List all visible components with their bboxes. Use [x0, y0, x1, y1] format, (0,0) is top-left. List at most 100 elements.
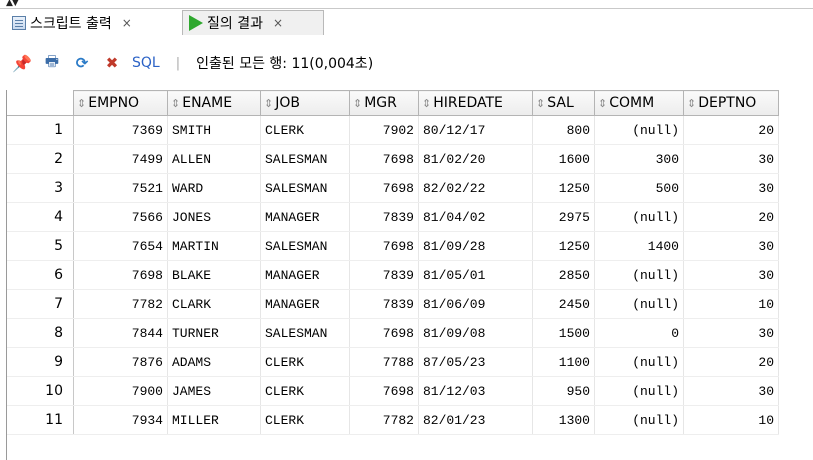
table-row[interactable]: 11 7934 MILLER CLERK 7782 82/01/23 1300 (null) 1… [7, 405, 779, 435]
cell-ename[interactable]: ADAMS [167, 347, 261, 377]
cell-empno[interactable]: 7499 [73, 144, 168, 174]
cell-sal[interactable]: 800 [532, 115, 595, 145]
sql-link[interactable]: SQL [132, 55, 160, 71]
export-icon[interactable]: ✖ [102, 53, 122, 73]
cell-deptno[interactable]: 30 [683, 376, 779, 406]
cell-empno[interactable]: 7521 [73, 173, 168, 203]
cell-hiredate[interactable]: 81/02/20 [418, 144, 533, 174]
cell-deptno[interactable]: 20 [683, 347, 779, 377]
cell-sal[interactable]: 2450 [532, 289, 595, 319]
cell-sal[interactable]: 2975 [532, 202, 595, 232]
cell-comm[interactable]: 1400 [594, 231, 684, 261]
column-header-mgr[interactable]: ⇕ MGR [349, 90, 419, 116]
cell-mgr[interactable]: 7698 [349, 231, 419, 261]
cell-ename[interactable]: CLARK [167, 289, 261, 319]
sort-icon[interactable]: ⇕ [353, 97, 362, 110]
cell-hiredate[interactable]: 82/01/23 [418, 405, 533, 435]
pin-icon[interactable]: 📌 [12, 53, 32, 73]
cell-deptno[interactable]: 30 [683, 318, 779, 348]
cell-ename[interactable]: ALLEN [167, 144, 261, 174]
table-row[interactable]: 4 7566 JONES MANAGER 7839 81/04/02 2975 (null) 2… [7, 202, 779, 232]
column-header-ename[interactable]: ⇕ ENAME [167, 90, 261, 116]
cell-job[interactable]: CLERK [260, 376, 350, 406]
row-number[interactable]: 1 [7, 115, 74, 145]
cell-comm[interactable]: (null) [594, 202, 684, 232]
table-row[interactable]: 8 7844 TURNER SALESMAN 7698 81/09/08 1500 0 30 [7, 318, 779, 348]
row-number[interactable]: 2 [7, 144, 74, 174]
cell-comm[interactable]: (null) [594, 289, 684, 319]
cell-deptno[interactable]: 30 [683, 173, 779, 203]
cell-hiredate[interactable]: 81/09/28 [418, 231, 533, 261]
table-row[interactable]: 7 7782 CLARK MANAGER 7839 81/06/09 2450 (null) 1… [7, 289, 779, 319]
tab-query-result[interactable]: 질의 결과 × [182, 10, 324, 35]
collapse-arrows-icon[interactable]: ▲▼ [6, 0, 19, 8]
cell-mgr[interactable]: 7839 [349, 202, 419, 232]
column-header-deptno[interactable]: ⇕ DEPTNO [683, 90, 779, 116]
cell-job[interactable]: SALESMAN [260, 144, 350, 174]
column-header-job[interactable]: ⇕ JOB [260, 90, 350, 116]
cell-mgr[interactable]: 7839 [349, 260, 419, 290]
cell-mgr[interactable]: 7698 [349, 318, 419, 348]
column-header-hiredate[interactable]: ⇕ HIREDATE [418, 90, 533, 116]
column-header-comm[interactable]: ⇕ COMM [594, 90, 684, 116]
row-number[interactable]: 7 [7, 289, 74, 319]
cell-comm[interactable]: (null) [594, 405, 684, 435]
cell-hiredate[interactable]: 81/12/03 [418, 376, 533, 406]
cell-deptno[interactable]: 30 [683, 231, 779, 261]
cell-ename[interactable]: TURNER [167, 318, 261, 348]
sort-icon[interactable]: ⇕ [422, 97, 431, 110]
cell-ename[interactable]: JONES [167, 202, 261, 232]
cell-hiredate[interactable]: 81/06/09 [418, 289, 533, 319]
cell-empno[interactable]: 7369 [73, 115, 168, 145]
cell-deptno[interactable]: 30 [683, 144, 779, 174]
cell-comm[interactable]: (null) [594, 376, 684, 406]
cell-job[interactable]: MANAGER [260, 289, 350, 319]
cell-mgr[interactable]: 7782 [349, 405, 419, 435]
row-number[interactable]: 9 [7, 347, 74, 377]
sort-icon[interactable]: ⇕ [77, 97, 86, 110]
row-number[interactable]: 5 [7, 231, 74, 261]
cell-ename[interactable]: WARD [167, 173, 261, 203]
cell-ename[interactable]: MILLER [167, 405, 261, 435]
sort-icon[interactable]: ⇕ [687, 97, 696, 110]
cell-mgr[interactable]: 7839 [349, 289, 419, 319]
cell-deptno[interactable]: 30 [683, 260, 779, 290]
row-number[interactable]: 8 [7, 318, 74, 348]
table-row[interactable]: 10 7900 JAMES CLERK 7698 81/12/03 950 (null) 30 [7, 376, 779, 406]
cell-empno[interactable]: 7934 [73, 405, 168, 435]
row-number[interactable]: 4 [7, 202, 74, 232]
cell-sal[interactable]: 2850 [532, 260, 595, 290]
column-header-sal[interactable]: ⇕ SAL [532, 90, 595, 116]
cell-sal[interactable]: 950 [532, 376, 595, 406]
cell-empno[interactable]: 7654 [73, 231, 168, 261]
column-header-empno[interactable]: ⇕ EMPNO [73, 90, 168, 116]
cell-mgr[interactable]: 7698 [349, 376, 419, 406]
cell-comm[interactable]: (null) [594, 115, 684, 145]
cell-job[interactable]: SALESMAN [260, 231, 350, 261]
close-icon[interactable]: × [273, 16, 283, 30]
cell-ename[interactable]: JAMES [167, 376, 261, 406]
cell-empno[interactable]: 7844 [73, 318, 168, 348]
cell-comm[interactable]: (null) [594, 347, 684, 377]
refresh-icon[interactable]: ⟳ [72, 53, 92, 73]
row-number[interactable]: 6 [7, 260, 74, 290]
table-row[interactable]: 2 7499 ALLEN SALESMAN 7698 81/02/20 1600 300 30 [7, 144, 779, 174]
cell-sal[interactable]: 1300 [532, 405, 595, 435]
row-number[interactable]: 10 [7, 376, 74, 406]
sort-icon[interactable]: ⇕ [598, 97, 607, 110]
cell-hiredate[interactable]: 82/02/22 [418, 173, 533, 203]
cell-sal[interactable]: 1250 [532, 231, 595, 261]
cell-job[interactable]: CLERK [260, 347, 350, 377]
cell-deptno[interactable]: 20 [683, 115, 779, 145]
cell-comm[interactable]: 300 [594, 144, 684, 174]
cell-job[interactable]: CLERK [260, 405, 350, 435]
cell-ename[interactable]: BLAKE [167, 260, 261, 290]
cell-sal[interactable]: 1600 [532, 144, 595, 174]
cell-hiredate[interactable]: 81/05/01 [418, 260, 533, 290]
cell-job[interactable]: MANAGER [260, 202, 350, 232]
sort-icon[interactable]: ⇕ [536, 97, 545, 110]
cell-comm[interactable]: (null) [594, 260, 684, 290]
cell-job[interactable]: MANAGER [260, 260, 350, 290]
table-row[interactable]: 9 7876 ADAMS CLERK 7788 87/05/23 1100 (null) 20 [7, 347, 779, 377]
cell-sal[interactable]: 1500 [532, 318, 595, 348]
